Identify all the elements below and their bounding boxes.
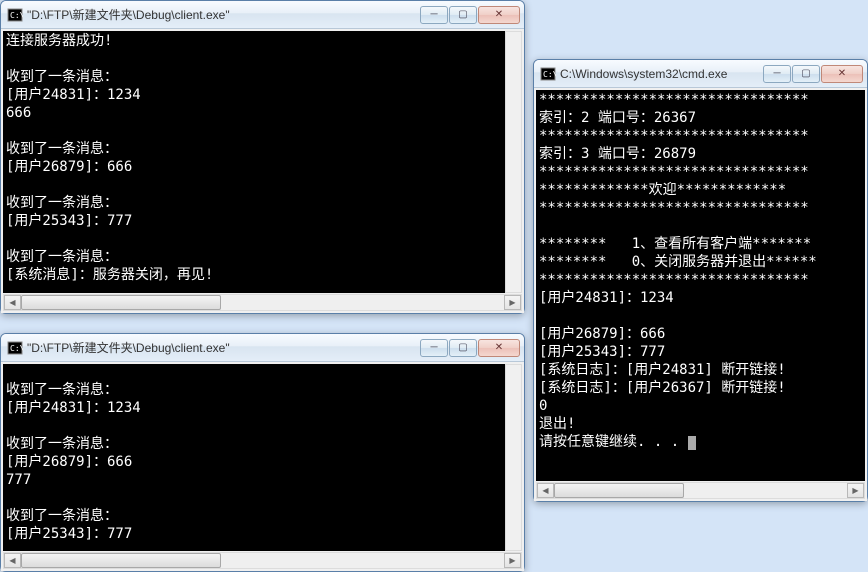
console-line: 收到了一条消息： [6,140,502,158]
client-area: 收到了一条消息：[用户24831]：1234收到了一条消息：[用户26879]：… [1,362,524,571]
scrollbar-horizontal[interactable]: ◀ ▶ [3,552,522,569]
scrollbar-horizontal[interactable]: ◀ ▶ [3,294,522,311]
maximize-button[interactable]: ▢ [449,6,477,24]
cmd-icon: C:\ [7,7,23,23]
close-button[interactable]: ✕ [478,339,520,357]
console-line: [系统日志]：[用户26367] 断开链接! [539,379,862,397]
console-output: 收到了一条消息：[用户24831]：1234收到了一条消息：[用户26879]：… [3,364,505,551]
close-button[interactable]: ✕ [821,65,863,83]
console-output: ********************************索引：2 端口号… [536,90,865,481]
scroll-thumb[interactable] [21,295,221,310]
console-line: [系统消息]：服务器关闭，再见! [6,266,502,284]
scroll-track[interactable] [21,553,504,568]
console-line [6,176,502,194]
console-line: ******************************** [539,163,862,181]
console-line: [用户24831]：1234 [6,401,502,419]
minimize-button[interactable]: ─ [420,339,448,357]
scroll-right-button[interactable]: ▶ [504,295,521,310]
console-line: 收到了一条消息： [6,248,502,266]
client-area: 连接服务器成功!收到了一条消息：[用户24831]：1234666收到了一条消息… [1,29,524,313]
scroll-right-button[interactable]: ▶ [504,553,521,568]
scrollbar-horizontal[interactable]: ◀ ▶ [536,482,865,499]
client-area: ********************************索引：2 端口号… [534,88,867,501]
cmd-icon: C:\ [7,340,23,356]
console-line: 收到了一条消息： [6,437,502,455]
minimize-button[interactable]: ─ [420,6,448,24]
scroll-right-button[interactable]: ▶ [847,483,864,498]
console-line [6,419,502,437]
window-controls: ─ ▢ ✕ [420,6,520,24]
scroll-track[interactable] [21,295,504,310]
console-line [6,545,502,551]
cursor [688,436,696,450]
window-controls: ─ ▢ ✕ [420,339,520,357]
console-line [6,365,502,383]
console-line [539,217,862,235]
console-line: 收到了一条消息： [6,383,502,401]
console-line: 收到了一条消息： [6,68,502,86]
console-line: 连接服务器成功! [6,32,502,50]
scrollbar-vertical[interactable] [505,364,522,551]
console-line: [用户25343]：777 [6,527,502,545]
scroll-thumb[interactable] [21,553,221,568]
console-line: ******************************** [539,199,862,217]
console-line: 请按任意键继续. . . [539,433,862,451]
window-server[interactable]: C:\ C:\Windows\system32\cmd.exe ─ ▢ ✕ **… [533,59,868,502]
window-title: C:\Windows\system32\cmd.exe [560,67,763,81]
window-client-1[interactable]: C:\ "D:\FTP\新建文件夹\Debug\client.exe" ─ ▢ … [0,0,525,314]
window-title: "D:\FTP\新建文件夹\Debug\client.exe" [27,339,420,356]
console-line [6,491,502,509]
console-line: 777 [6,473,502,491]
console-line: [用户25343]：777 [539,343,862,361]
window-title: "D:\FTP\新建文件夹\Debug\client.exe" [27,6,420,23]
console-line: 退出! [539,415,862,433]
console-line: [用户25343]：777 [6,212,502,230]
console-line [539,307,862,325]
cmd-icon: C:\ [540,66,556,82]
console-line: 666 [6,104,502,122]
titlebar[interactable]: C:\ C:\Windows\system32\cmd.exe ─ ▢ ✕ [534,60,867,88]
svg-text:C:\: C:\ [543,70,556,79]
console-line: ******************************** [539,127,862,145]
titlebar[interactable]: C:\ "D:\FTP\新建文件夹\Debug\client.exe" ─ ▢ … [1,334,524,362]
window-controls: ─ ▢ ✕ [763,65,863,83]
window-client-2[interactable]: C:\ "D:\FTP\新建文件夹\Debug\client.exe" ─ ▢ … [0,333,525,572]
console-output: 连接服务器成功!收到了一条消息：[用户24831]：1234666收到了一条消息… [3,31,505,293]
console-line: 收到了一条消息： [6,509,502,527]
scrollbar-vertical[interactable] [505,31,522,293]
console-line: [用户26879]：666 [539,325,862,343]
scroll-left-button[interactable]: ◀ [4,295,21,310]
console-line: 索引：2 端口号：26367 [539,109,862,127]
maximize-button[interactable]: ▢ [792,65,820,83]
scroll-track[interactable] [554,483,847,498]
console-line: ******************************** [539,91,862,109]
scroll-thumb[interactable] [554,483,684,498]
svg-text:C:\: C:\ [10,344,23,353]
scroll-left-button[interactable]: ◀ [537,483,554,498]
console-line: [系统日志]：[用户24831] 断开链接! [539,361,862,379]
console-line: ******** 1、查看所有客户端******* [539,235,862,253]
close-button[interactable]: ✕ [478,6,520,24]
console-line: 索引：3 端口号：26879 [539,145,862,163]
svg-text:C:\: C:\ [10,11,23,20]
console-line [6,122,502,140]
console-line: [用户24831]：1234 [6,86,502,104]
console-line: 收到了一条消息： [6,194,502,212]
console-line: [用户24831]：1234 [539,289,862,307]
maximize-button[interactable]: ▢ [449,339,477,357]
console-line: [用户26879]：666 [6,455,502,473]
console-line: ******** 0、关闭服务器并退出****** [539,253,862,271]
console-line [6,230,502,248]
console-line: ******************************** [539,271,862,289]
minimize-button[interactable]: ─ [763,65,791,83]
console-line: [用户26879]：666 [6,158,502,176]
scroll-left-button[interactable]: ◀ [4,553,21,568]
console-line: *************欢迎************* [539,181,862,199]
console-line: 0 [539,397,862,415]
titlebar[interactable]: C:\ "D:\FTP\新建文件夹\Debug\client.exe" ─ ▢ … [1,1,524,29]
console-line [6,50,502,68]
